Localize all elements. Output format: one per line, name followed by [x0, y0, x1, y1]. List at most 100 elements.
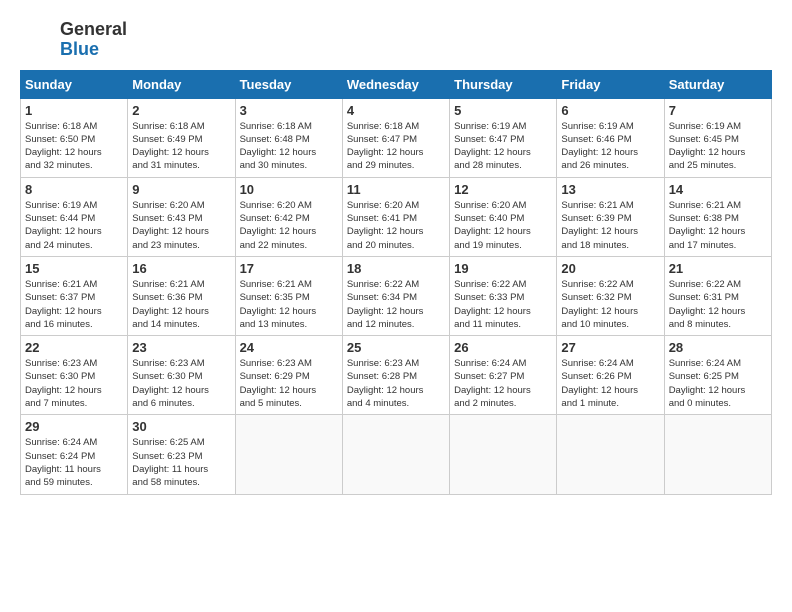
day-info: Sunrise: 6:22 AM Sunset: 6:31 PM Dayligh…: [669, 278, 767, 331]
day-number: 23: [132, 340, 230, 355]
calendar-cell: 18Sunrise: 6:22 AM Sunset: 6:34 PM Dayli…: [342, 256, 449, 335]
day-number: 2: [132, 103, 230, 118]
day-number: 22: [25, 340, 123, 355]
calendar-cell: 16Sunrise: 6:21 AM Sunset: 6:36 PM Dayli…: [128, 256, 235, 335]
logo-icon: [20, 22, 56, 58]
day-info: Sunrise: 6:25 AM Sunset: 6:23 PM Dayligh…: [132, 436, 230, 489]
logo: General Blue: [20, 20, 127, 60]
day-number: 6: [561, 103, 659, 118]
calendar-cell: 28 Sunrise: 6:24 AM Sunset: 6:25 PM Dayli…: [664, 336, 771, 415]
weekday-header: Saturday: [664, 70, 771, 98]
day-number: 12: [454, 182, 552, 197]
day-info: Sunrise: 6:18 AM Sunset: 6:47 PM Dayligh…: [347, 120, 445, 173]
weekday-header-row: SundayMondayTuesdayWednesdayThursdayFrid…: [21, 70, 772, 98]
day-number: 15: [25, 261, 123, 276]
day-number: 7: [669, 103, 767, 118]
day-number: 27: [561, 340, 659, 355]
day-number: 30: [132, 419, 230, 434]
day-info: Sunrise: 6:23 AM Sunset: 6:30 PM Dayligh…: [132, 357, 230, 410]
day-info: Sunrise: 6:23 AM Sunset: 6:28 PM Dayligh…: [347, 357, 445, 410]
day-number: 1: [25, 103, 123, 118]
day-info: Sunrise: 6:22 AM Sunset: 6:32 PM Dayligh…: [561, 278, 659, 331]
calendar-cell: 12 Sunrise: 6:20 AM Sunset: 6:40 PM Dayli…: [450, 177, 557, 256]
day-number: 21: [669, 261, 767, 276]
day-info: Sunrise: 6:24 AM Sunset: 6:26 PM Dayligh…: [561, 357, 659, 410]
day-number: 9: [132, 182, 230, 197]
day-info: Sunrise: 6:24 AM Sunset: 6:27 PM Dayligh…: [454, 357, 552, 410]
weekday-header: Wednesday: [342, 70, 449, 98]
day-number: 20: [561, 261, 659, 276]
calendar-week-row: 15 Sunrise: 6:21 AM Sunset: 6:37 PM Dayli…: [21, 256, 772, 335]
day-number: 29: [25, 419, 123, 434]
calendar-cell: 7 Sunrise: 6:19 AM Sunset: 6:45 PM Daylig…: [664, 98, 771, 177]
day-info: Sunrise: 6:21 AM Sunset: 6:36 PM Dayligh…: [132, 278, 230, 331]
day-number: 5: [454, 103, 552, 118]
calendar-cell: 17 Sunrise: 6:21 AM Sunset: 6:35 PM Dayli…: [235, 256, 342, 335]
calendar-cell: 24 Sunrise: 6:23 AM Sunset: 6:29 PM Dayli…: [235, 336, 342, 415]
day-info: Sunrise: 6:21 AM Sunset: 6:38 PM Dayligh…: [669, 199, 767, 252]
weekday-header: Sunday: [21, 70, 128, 98]
calendar-cell: 13 Sunrise: 6:21 AM Sunset: 6:39 PM Dayli…: [557, 177, 664, 256]
calendar-cell: 23 Sunrise: 6:23 AM Sunset: 6:30 PM Dayli…: [128, 336, 235, 415]
day-number: 11: [347, 182, 445, 197]
day-number: 25: [347, 340, 445, 355]
calendar-cell: [557, 415, 664, 494]
weekday-header: Thursday: [450, 70, 557, 98]
header: General Blue: [20, 20, 772, 60]
day-info: Sunrise: 6:24 AM Sunset: 6:25 PM Dayligh…: [669, 357, 767, 410]
calendar-cell: 1 Sunrise: 6:18 AM Sunset: 6:50 PM Daylig…: [21, 98, 128, 177]
calendar-cell: [235, 415, 342, 494]
calendar-cell: 15 Sunrise: 6:21 AM Sunset: 6:37 PM Dayli…: [21, 256, 128, 335]
calendar-cell: 5 Sunrise: 6:19 AM Sunset: 6:47 PM Daylig…: [450, 98, 557, 177]
day-number: 3: [240, 103, 338, 118]
day-number: 13: [561, 182, 659, 197]
calendar-week-row: 29 Sunrise: 6:24 AM Sunset: 6:24 PM Dayli…: [21, 415, 772, 494]
day-info: Sunrise: 6:24 AM Sunset: 6:24 PM Dayligh…: [25, 436, 123, 489]
day-info: Sunrise: 6:19 AM Sunset: 6:47 PM Dayligh…: [454, 120, 552, 173]
calendar-cell: [664, 415, 771, 494]
day-info: Sunrise: 6:18 AM Sunset: 6:49 PM Dayligh…: [132, 120, 230, 173]
day-number: 26: [454, 340, 552, 355]
day-number: 14: [669, 182, 767, 197]
day-info: Sunrise: 6:21 AM Sunset: 6:39 PM Dayligh…: [561, 199, 659, 252]
day-info: Sunrise: 6:20 AM Sunset: 6:41 PM Dayligh…: [347, 199, 445, 252]
day-number: 24: [240, 340, 338, 355]
logo-line2: Blue: [60, 40, 127, 60]
calendar-cell: 20 Sunrise: 6:22 AM Sunset: 6:32 PM Dayli…: [557, 256, 664, 335]
calendar-cell: 8 Sunrise: 6:19 AM Sunset: 6:44 PM Daylig…: [21, 177, 128, 256]
day-number: 4: [347, 103, 445, 118]
calendar-cell: 3 Sunrise: 6:18 AM Sunset: 6:48 PM Daylig…: [235, 98, 342, 177]
calendar-cell: [342, 415, 449, 494]
day-number: 28: [669, 340, 767, 355]
day-info: Sunrise: 6:20 AM Sunset: 6:43 PM Dayligh…: [132, 199, 230, 252]
day-number: 17: [240, 261, 338, 276]
calendar-cell: 14 Sunrise: 6:21 AM Sunset: 6:38 PM Dayli…: [664, 177, 771, 256]
day-number: 10: [240, 182, 338, 197]
calendar-cell: 9 Sunrise: 6:20 AM Sunset: 6:43 PM Daylig…: [128, 177, 235, 256]
calendar-cell: [450, 415, 557, 494]
calendar-cell: 11 Sunrise: 6:20 AM Sunset: 6:41 PM Dayli…: [342, 177, 449, 256]
day-number: 18: [347, 261, 445, 276]
day-info: Sunrise: 6:23 AM Sunset: 6:30 PM Dayligh…: [25, 357, 123, 410]
calendar-cell: 26 Sunrise: 6:24 AM Sunset: 6:27 PM Dayli…: [450, 336, 557, 415]
day-info: Sunrise: 6:21 AM Sunset: 6:35 PM Dayligh…: [240, 278, 338, 331]
calendar-cell: 25 Sunrise: 6:23 AM Sunset: 6:28 PM Dayli…: [342, 336, 449, 415]
day-info: Sunrise: 6:22 AM Sunset: 6:33 PM Dayligh…: [454, 278, 552, 331]
day-info: Sunrise: 6:23 AM Sunset: 6:29 PM Dayligh…: [240, 357, 338, 410]
calendar-cell: 29 Sunrise: 6:24 AM Sunset: 6:24 PM Dayli…: [21, 415, 128, 494]
day-info: Sunrise: 6:19 AM Sunset: 6:44 PM Dayligh…: [25, 199, 123, 252]
calendar-cell: 27 Sunrise: 6:24 AM Sunset: 6:26 PM Dayli…: [557, 336, 664, 415]
day-number: 19: [454, 261, 552, 276]
day-number: 8: [25, 182, 123, 197]
calendar-cell: 4 Sunrise: 6:18 AM Sunset: 6:47 PM Daylig…: [342, 98, 449, 177]
calendar-cell: 30 Sunrise: 6:25 AM Sunset: 6:23 PM Dayli…: [128, 415, 235, 494]
day-info: Sunrise: 6:18 AM Sunset: 6:48 PM Dayligh…: [240, 120, 338, 173]
day-info: Sunrise: 6:18 AM Sunset: 6:50 PM Dayligh…: [25, 120, 123, 173]
weekday-header: Monday: [128, 70, 235, 98]
day-info: Sunrise: 6:21 AM Sunset: 6:37 PM Dayligh…: [25, 278, 123, 331]
calendar-cell: 22 Sunrise: 6:23 AM Sunset: 6:30 PM Dayli…: [21, 336, 128, 415]
day-info: Sunrise: 6:20 AM Sunset: 6:40 PM Dayligh…: [454, 199, 552, 252]
calendar-cell: 19 Sunrise: 6:22 AM Sunset: 6:33 PM Dayli…: [450, 256, 557, 335]
logo-line1: General: [60, 20, 127, 40]
day-info: Sunrise: 6:19 AM Sunset: 6:45 PM Dayligh…: [669, 120, 767, 173]
